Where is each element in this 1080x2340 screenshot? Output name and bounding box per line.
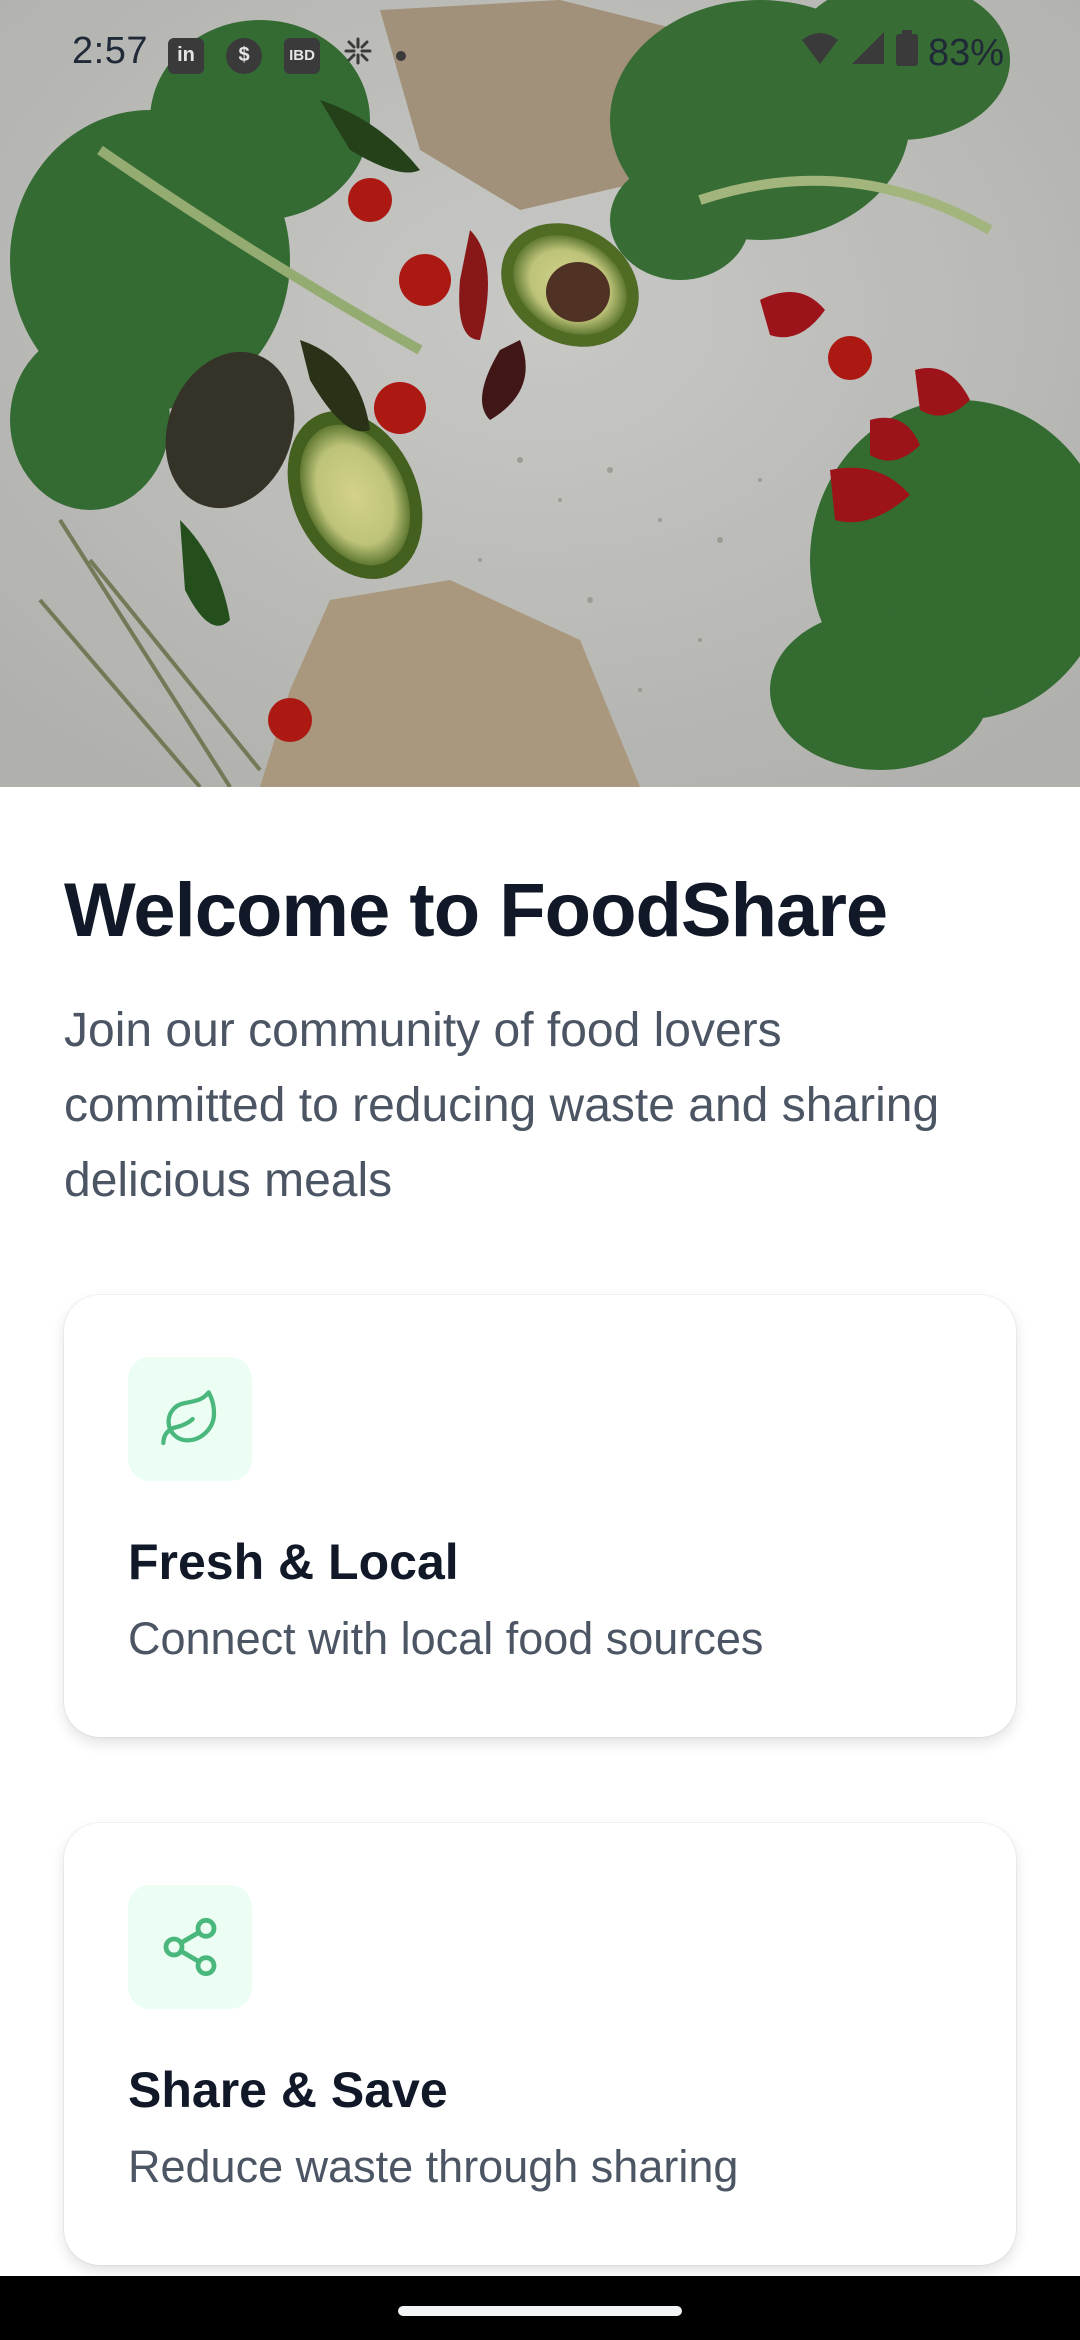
wifi-icon xyxy=(800,30,840,76)
status-time: 2:57 xyxy=(72,30,148,72)
feature-description: Connect with local food sources xyxy=(128,1613,764,1664)
signal-icon xyxy=(850,30,886,76)
status-bar: 2:57 in $ IBD 83% xyxy=(0,0,1080,108)
ibd-icon: IBD xyxy=(284,37,320,74)
feature-card-fresh-local: Fresh & Local Connect with local food so… xyxy=(64,1295,1016,1737)
notification-icons: in $ IBD xyxy=(168,34,406,77)
navigation-bar xyxy=(0,2276,1080,2340)
system-status-icons: 83% xyxy=(800,30,1004,76)
share-icon xyxy=(128,1885,252,2009)
pinwheel-icon xyxy=(342,34,374,77)
feature-title: Fresh & Local xyxy=(128,1534,459,1590)
dollar-icon: $ xyxy=(226,37,262,74)
battery-percent: 83% xyxy=(927,31,1004,74)
page-subtitle: Join our community of food lovers commit… xyxy=(64,1004,940,1207)
battery-icon xyxy=(895,30,918,76)
dot-icon xyxy=(396,50,406,61)
vegetables-hero-image xyxy=(0,0,1080,787)
linkedin-icon: in xyxy=(168,37,204,74)
feature-title: Share & Save xyxy=(128,2062,448,2118)
feature-card-share-save: Share & Save Reduce waste through sharin… xyxy=(64,1823,1016,2265)
home-gesture-handle[interactable] xyxy=(398,2306,682,2316)
feature-description: Reduce waste through sharing xyxy=(128,2141,739,2192)
page-title: Welcome to FoodShare xyxy=(64,868,888,953)
leaf-icon xyxy=(128,1357,252,1481)
